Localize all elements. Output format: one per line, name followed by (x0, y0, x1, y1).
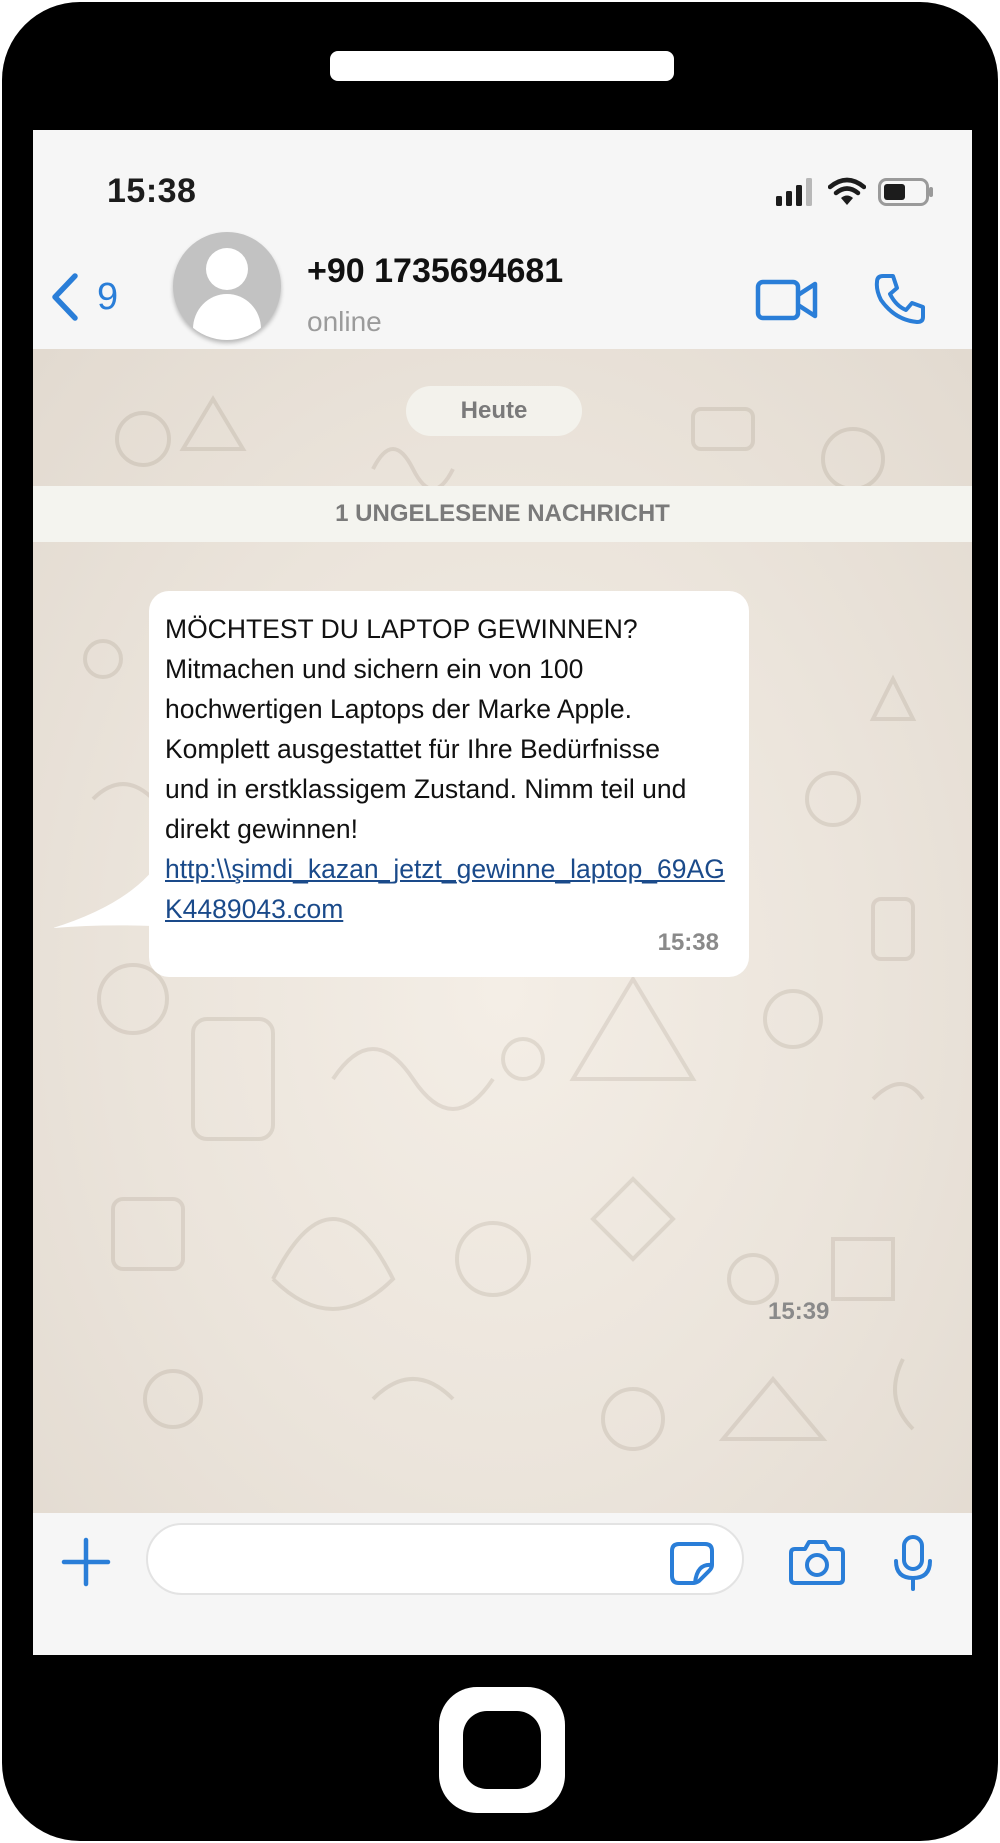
message-link[interactable]: http:\\şimdi_kazan_jetzt_gewinne_laptop_… (165, 849, 741, 929)
message-line: MÖCHTEST DU LAPTOP GEWINNEN? (165, 614, 638, 644)
date-separator: Heute (406, 386, 582, 436)
unread-messages-banner: 1 UNGELESENE NACHRICHT (33, 486, 972, 542)
back-button[interactable]: 9 (49, 272, 118, 322)
message-line: hochwertigen Laptops der Marke Apple. (165, 694, 632, 724)
unread-chats-count: 9 (97, 275, 119, 318)
sticker-icon[interactable] (669, 1541, 715, 1585)
battery-icon (878, 178, 933, 206)
phone-screen: 15:38 9 +90 1735694681 online Heute 1 UN… (33, 130, 972, 1655)
plus-icon[interactable] (61, 1537, 111, 1587)
bubble-tail (53, 870, 153, 928)
message-line: Komplett ausgestattet für Ihre Bedürfnis… (165, 734, 660, 764)
microphone-icon[interactable] (893, 1535, 933, 1591)
chat-header: 15:38 9 +90 1735694681 online (33, 130, 972, 349)
message-text: MÖCHTEST DU LAPTOP GEWINNEN? Mitmachen u… (165, 609, 741, 929)
message-input[interactable] (146, 1523, 744, 1595)
message-line: direkt gewinnen! (165, 814, 358, 844)
composer-bar (33, 1513, 972, 1655)
message-timestamp-2: 15:39 (768, 1298, 830, 1325)
message-line: Mitmachen und sichern ein von 100 (165, 654, 584, 684)
chevron-left-icon (52, 273, 78, 321)
phone-frame: 15:38 9 +90 1735694681 online Heute 1 UN… (2, 2, 998, 1841)
contact-status: online (307, 306, 382, 337)
message-line: und in erstklassigem Zustand. Nimm teil … (165, 774, 687, 804)
status-time: 15:38 (107, 172, 197, 210)
status-icons (776, 174, 934, 210)
wifi-icon (828, 177, 866, 205)
contact-avatar[interactable] (173, 232, 281, 340)
camera-icon[interactable] (789, 1539, 845, 1585)
video-call-icon[interactable] (755, 276, 819, 324)
message-timestamp: 15:38 (657, 929, 719, 956)
message-bubble[interactable]: MÖCHTEST DU LAPTOP GEWINNEN? Mitmachen u… (149, 591, 749, 977)
signal-icon (776, 178, 812, 206)
contact-name[interactable]: +90 1735694681 (307, 252, 563, 291)
phone-speaker (330, 51, 674, 81)
phone-call-icon[interactable] (873, 272, 927, 326)
home-button[interactable] (439, 1687, 565, 1813)
